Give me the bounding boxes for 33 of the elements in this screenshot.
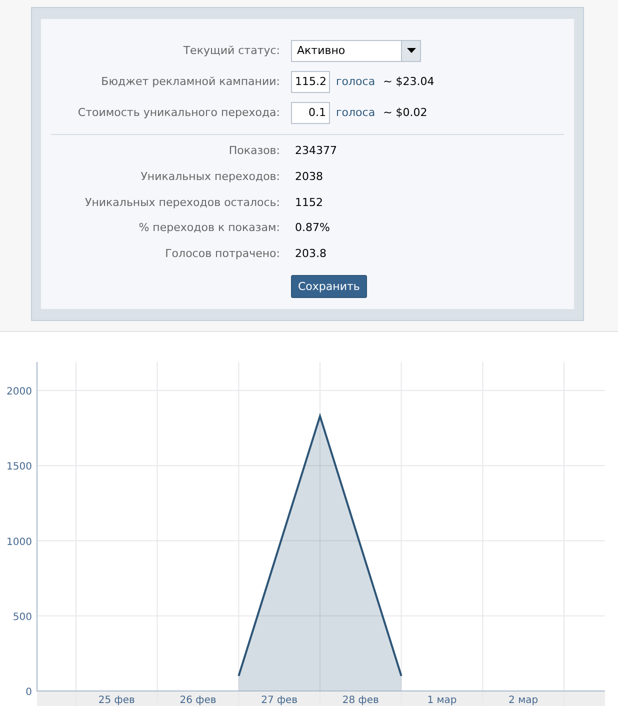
stat-label: Голосов потрачено: — [164, 247, 281, 260]
amount-field[interactable]: 0.1 — [291, 102, 330, 124]
axis-label: 25 фев — [98, 695, 135, 706]
stat-label: Уникальных переходов: — [140, 170, 281, 184]
field-label: Бюджет рекламной кампании: — [100, 75, 281, 88]
axis-label: 26 фев — [180, 695, 216, 706]
stat-value: 1152 — [294, 196, 323, 209]
amount-field[interactable]: 115.2 — [291, 70, 330, 92]
axis-label: 1500 — [6, 462, 32, 473]
save-button[interactable]: Сохранить — [291, 274, 367, 298]
stat-value: 234377 — [294, 144, 337, 158]
axis-label: 1000 — [6, 536, 32, 548]
dropdown-arrow-icon — [406, 48, 416, 53]
axis-label: 500 — [12, 612, 32, 623]
axis-label: 0 — [26, 687, 32, 698]
approx-value: ~ $23.04 — [383, 75, 434, 88]
axis-label: 27 фев — [261, 695, 298, 706]
unit-link[interactable]: голоса — [336, 106, 376, 119]
axis-label: 28 фев — [342, 695, 379, 706]
field-label: Стоимость уникального перехода: — [76, 106, 281, 119]
stat-label: Показов: — [228, 144, 281, 158]
stat-label: Уникальных переходов осталось: — [84, 196, 281, 209]
axis-label: 1 мар — [427, 695, 457, 706]
stat-value: 0.87% — [294, 221, 330, 234]
stat-value: 203.8 — [294, 247, 326, 260]
axis-label: 2000 — [6, 386, 32, 398]
stat-value: 2038 — [294, 170, 323, 184]
unit-link[interactable]: голоса — [336, 75, 376, 88]
field-label: Текущий статус: — [182, 44, 281, 57]
status-dropdown[interactable]: Активно — [291, 40, 421, 62]
stat-label: % переходов к показам: — [138, 221, 281, 234]
axis-label: 2 мар — [508, 695, 538, 706]
approx-value: ~ $0.02 — [383, 106, 428, 119]
